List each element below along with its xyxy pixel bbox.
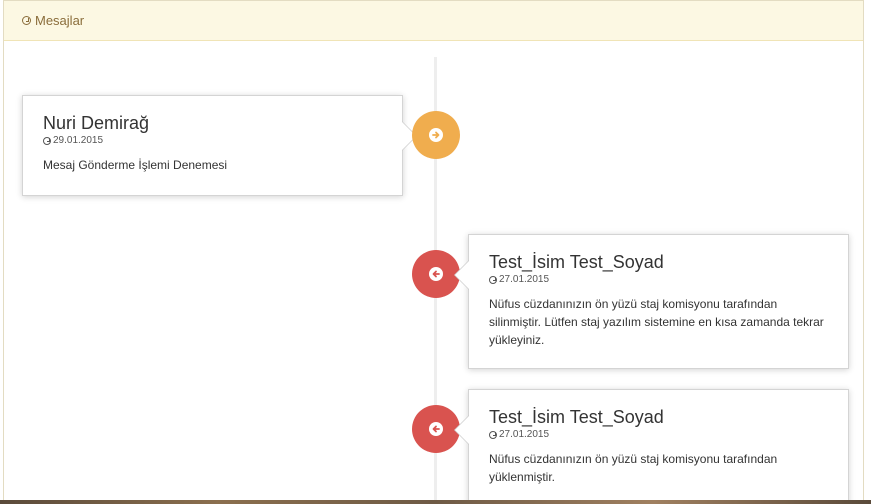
message-card: Test_İsim Test_Soyad 27.01.2015 Nüfus cü… [454,234,849,369]
message-sender: Test_İsim Test_Soyad [489,252,664,272]
clock-icon [43,136,51,145]
panel-title: Mesajlar [35,13,85,28]
clock-icon [489,430,497,439]
message-text: Mesaj Gönderme İşlemi Denemesi [43,158,228,172]
message-date: 27.01.2015 [489,429,828,440]
arrow-left-circle-icon [429,267,443,281]
message-sender: Nuri Demirağ [43,113,150,133]
arrow-left-circle-icon [429,422,443,436]
clock-icon [489,275,497,284]
message-date: 27.01.2015 [489,274,828,285]
messages-panel: Mesajlar Nuri Demirağ 29.01.2015 Mesaj G… [3,0,864,504]
message-text: Nüfus cüzdanınızın ön yüzü staj komisyon… [489,452,778,484]
message-card: Test_İsim Test_Soyad 27.01.2015 Nüfus cü… [454,389,849,504]
arrow-right-circle-icon [429,128,443,142]
message-sender: Test_İsim Test_Soyad [489,407,664,427]
clock-icon [22,16,31,25]
message-date: 29.01.2015 [43,135,382,146]
panel-header: Mesajlar [4,1,863,41]
timeline-badge-received [412,250,460,298]
timeline-badge-received [412,405,460,453]
message-text: Nüfus cüzdanınızın ön yüzü staj komisyon… [489,297,824,347]
message-card: Nuri Demirağ 29.01.2015 Mesaj Gönderme İ… [22,95,417,196]
desktop-background-strip [0,500,871,504]
timeline-badge-sent [412,111,460,159]
